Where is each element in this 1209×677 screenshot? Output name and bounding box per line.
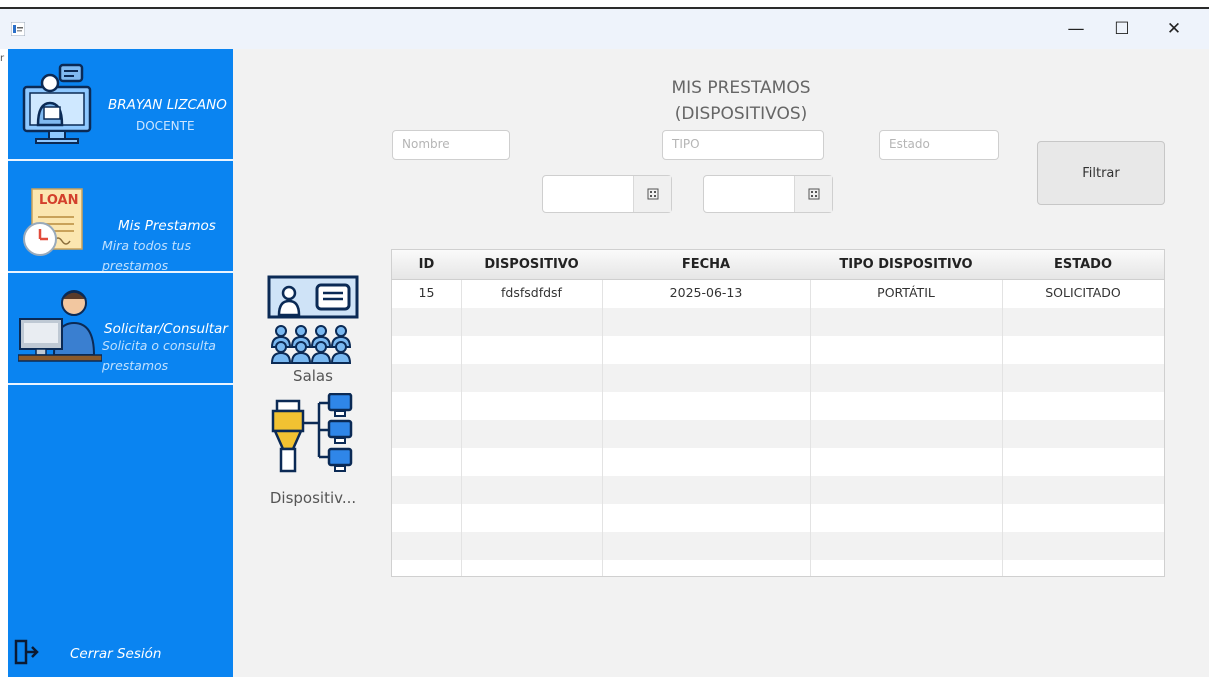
minimize-icon: — <box>1067 19 1085 39</box>
sidebar-item-mis-prestamos[interactable]: LOAN Mis Prestamos Mira todos tus presta… <box>8 161 233 273</box>
calendar-icon <box>808 188 819 200</box>
sidebar-separator <box>8 383 233 385</box>
close-button[interactable]: ✕ <box>1152 13 1196 45</box>
table-row[interactable]: 15 fdsfsdfdsf 2025-06-13 PORTÁTIL SOLICI… <box>392 280 1164 308</box>
sidebar: BRAYAN LIZCANO DOCENTE LOAN Mis Prestamo… <box>8 49 233 677</box>
sidebar-item-subtitle: Solicita o consulta <box>102 338 216 353</box>
maximize-button[interactable]: ☐ <box>1100 13 1144 45</box>
table-row-empty <box>392 308 1164 336</box>
cell-tipo-dispositivo: PORTÁTIL <box>877 285 935 300</box>
column-header-dispositivo[interactable]: DISPOSITIVO <box>461 250 602 280</box>
nombre-input[interactable]: Nombre <box>392 130 510 160</box>
column-header-fecha[interactable]: FECHA <box>602 250 810 280</box>
column-header-id[interactable]: ID <box>392 250 461 280</box>
sidebar-item-label: Solicitar/Consultar <box>104 321 228 337</box>
user-name: BRAYAN LIZCANO <box>108 97 227 113</box>
table-row-empty <box>392 532 1164 560</box>
devices-icon <box>271 393 353 473</box>
category-label: Dispositiv... <box>269 489 357 507</box>
category-label: Salas <box>293 367 333 385</box>
filter-button[interactable]: Filtrar <box>1037 141 1165 205</box>
person-computer-icon <box>18 290 102 362</box>
window-left-edge: r <box>0 49 8 677</box>
sidebar-item-subtitle: Mira todos tus <box>102 238 191 253</box>
table-row-empty <box>392 504 1164 532</box>
loans-table: ID DISPOSITIVO FECHA TIPO DISPOSITIVO ES… <box>391 249 1165 577</box>
cell-dispositivo: fdsfsdfdsf <box>501 285 562 300</box>
calendar-button[interactable] <box>794 176 832 212</box>
calendar-button[interactable] <box>633 176 671 212</box>
estado-input[interactable]: Estado <box>879 130 999 160</box>
app-icon <box>11 22 25 36</box>
table-row-empty <box>392 392 1164 420</box>
table-row-empty <box>392 336 1164 364</box>
column-header-tipo-dispositivo[interactable]: TIPO DISPOSITIVO <box>810 250 1002 280</box>
user-role: DOCENTE <box>136 119 195 133</box>
screen-top-strip <box>0 0 1209 9</box>
cell-id: 15 <box>418 285 435 300</box>
table-row-empty <box>392 448 1164 476</box>
tipo-input[interactable]: TIPO <box>662 130 824 160</box>
minimize-button[interactable]: — <box>1054 13 1098 45</box>
title-bar: — ☐ ✕ <box>0 9 1209 49</box>
cell-estado: SOLICITADO <box>1045 285 1121 300</box>
calendar-icon <box>647 188 658 200</box>
logout-icon <box>14 639 39 665</box>
teacher-monitor-icon <box>22 63 92 144</box>
maximize-icon: ☐ <box>1114 19 1130 39</box>
sidebar-item-subtitle: prestamos <box>102 358 169 373</box>
cell-fecha: 2025-06-13 <box>669 285 743 300</box>
column-header-estado[interactable]: ESTADO <box>1002 250 1164 280</box>
table-header: ID DISPOSITIVO FECHA TIPO DISPOSITIVO ES… <box>392 250 1164 280</box>
logout-label: Cerrar Sesión <box>70 646 162 662</box>
sidebar-item-label: Mis Prestamos <box>118 218 216 234</box>
table-row-empty <box>392 420 1164 448</box>
table-row-empty <box>392 476 1164 504</box>
loan-icon-label: LOAN <box>39 193 79 208</box>
table-row-empty <box>392 364 1164 392</box>
page-title: MIS PRESTAMOS (DISPOSITIVOS) <box>671 78 811 124</box>
category-dispositivos[interactable]: Dispositiv... <box>259 393 367 517</box>
user-profile: BRAYAN LIZCANO DOCENTE <box>8 49 233 159</box>
logout-button[interactable]: Cerrar Sesión <box>8 629 233 677</box>
date-to-picker[interactable] <box>703 175 833 213</box>
app-window: — ☐ ✕ r BRAYAN LIZCANO DOCENTE LOAN Mis … <box>0 9 1209 677</box>
rooms-icon <box>267 275 359 364</box>
date-from-picker[interactable] <box>542 175 672 213</box>
main-content: MIS PRESTAMOS (DISPOSITIVOS) Nombre TIPO… <box>233 49 1209 677</box>
sidebar-item-solicitar-consultar[interactable]: Solicitar/Consultar Solicita o consulta … <box>8 273 233 383</box>
close-icon: ✕ <box>1166 19 1182 39</box>
category-salas[interactable]: Salas <box>259 273 367 389</box>
